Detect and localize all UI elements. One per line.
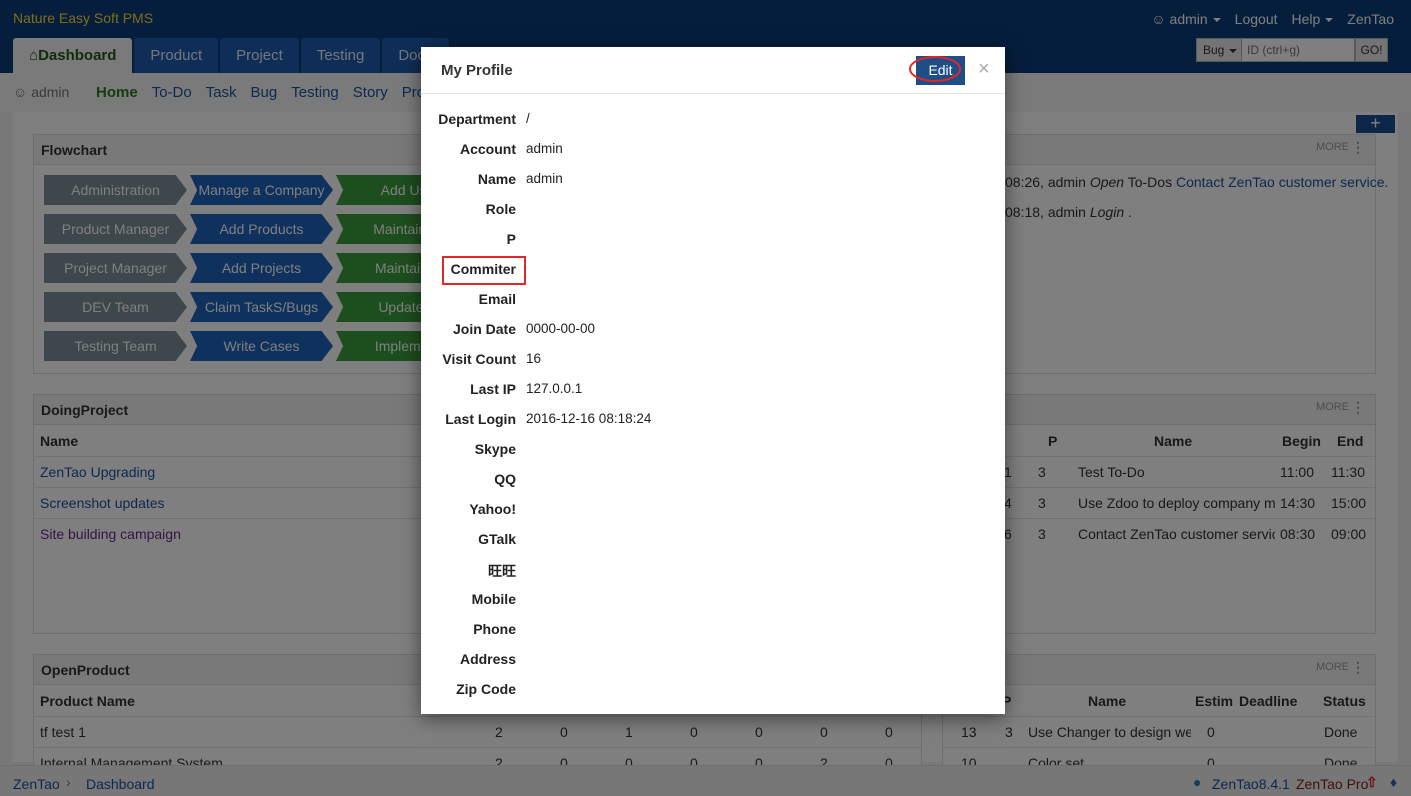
profile-field: Visit Count 16: [421, 351, 1005, 371]
field-value: 0000-00-00: [526, 321, 596, 336]
field-label: Join Date: [452, 321, 516, 337]
profile-field: Address: [421, 651, 1005, 671]
profile-field: Mobile: [421, 591, 1005, 611]
field-label: Visit Count: [442, 351, 516, 367]
profile-field: GTalk: [421, 531, 1005, 551]
profile-field: Last IP 127.0.0.1: [421, 381, 1005, 401]
field-label: Phone: [473, 621, 516, 637]
field-value: admin: [526, 171, 563, 186]
profile-modal: My Profile Edit × Department / Account adm…: [421, 47, 1005, 714]
profile-field: Account admin: [421, 141, 1005, 161]
profile-field: Skype: [421, 441, 1005, 461]
field-value: 16: [526, 351, 542, 366]
profile-field: Name admin: [421, 171, 1005, 191]
field-label: Address: [459, 651, 516, 667]
field-label: Skype: [474, 441, 516, 457]
field-value: /: [526, 111, 530, 126]
field-label: Role: [485, 201, 516, 217]
profile-field: Join Date 0000-00-00: [421, 321, 1005, 341]
profile-field: Yahoo!: [421, 501, 1005, 521]
field-label: P: [506, 231, 516, 247]
field-label: GTalk: [478, 531, 516, 547]
field-value: 127.0.0.1: [526, 381, 583, 396]
field-label: Mobile: [471, 591, 516, 607]
close-icon[interactable]: ×: [978, 58, 990, 81]
modal-header: My Profile Edit ×: [421, 47, 1005, 94]
field-label: Last Login: [445, 411, 516, 427]
profile-field: Last Login 2016-12-16 08:18:24: [421, 411, 1005, 431]
profile-field: Phone: [421, 621, 1005, 641]
profile-field: QQ: [421, 471, 1005, 491]
field-label: Last IP: [470, 381, 516, 397]
modal-title: My Profile: [441, 62, 513, 79]
field-label: Email: [478, 291, 516, 307]
profile-field: Zip Code: [421, 681, 1005, 701]
profile-field: Department /: [421, 111, 1005, 131]
field-value: 2016-12-16 08:18:24: [526, 411, 652, 426]
field-label: Department: [438, 111, 516, 127]
profile-field: Commiter: [421, 261, 1005, 281]
field-label: Commiter: [450, 261, 516, 277]
field-label: Account: [460, 141, 516, 157]
profile-field: 旺旺: [421, 561, 1005, 581]
field-label: Yahoo!: [469, 501, 516, 517]
field-label: QQ: [494, 471, 516, 487]
profile-field: Role: [421, 201, 1005, 221]
profile-field: Email: [421, 291, 1005, 311]
profile-field: P: [421, 231, 1005, 251]
field-label: 旺旺: [488, 563, 516, 579]
field-label: Zip Code: [456, 681, 516, 697]
edit-button[interactable]: Edit: [916, 56, 965, 85]
field-value: admin: [526, 141, 563, 156]
field-label: Name: [477, 171, 516, 187]
